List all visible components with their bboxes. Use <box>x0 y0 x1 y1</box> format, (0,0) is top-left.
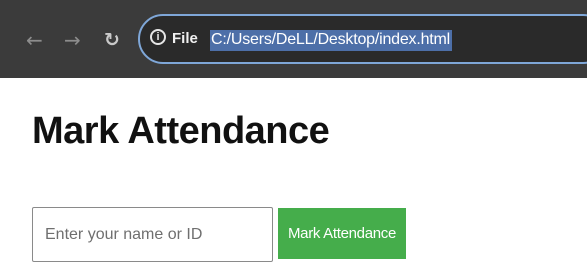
name-id-input[interactable] <box>32 207 273 262</box>
info-icon[interactable]: i <box>150 29 166 45</box>
page-title: Mark Attendance <box>32 110 330 152</box>
browser-toolbar: ← → ↻ i File C:/Users/DeLL/Desktop/index… <box>0 0 587 78</box>
url-text[interactable]: C:/Users/DeLL/Desktop/index.html <box>210 30 453 51</box>
scheme-label: File <box>172 30 198 47</box>
back-arrow-icon[interactable]: ← <box>26 30 43 50</box>
address-bar[interactable]: i File C:/Users/DeLL/Desktop/index.html <box>138 14 587 64</box>
mark-attendance-button[interactable]: Mark Attendance <box>278 208 406 259</box>
reload-icon[interactable]: ↻ <box>104 30 120 50</box>
forward-arrow-icon[interactable]: → <box>64 30 81 50</box>
